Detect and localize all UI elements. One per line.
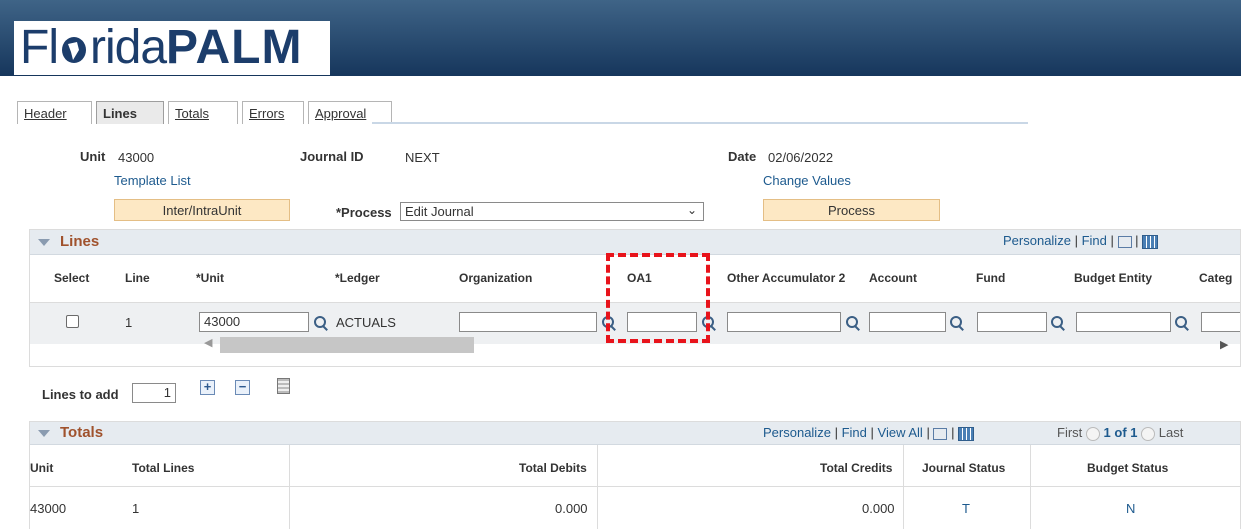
lines-to-add-label: Lines to add [42,387,119,402]
process-button[interactable]: Process [763,199,940,221]
totals-grid-border [29,421,1241,529]
tab-underline [372,122,1028,124]
tab-totals[interactable]: Totals [168,101,238,124]
journal-id-value: NEXT [405,150,440,165]
change-values-link[interactable]: Change Values [763,173,851,188]
journal-id-label: Journal ID [300,149,364,164]
process-select[interactable]: Edit Journal ⌄ [400,202,704,221]
process-select-value: Edit Journal [405,204,474,219]
chevron-down-icon: ⌄ [686,203,697,217]
calculator-icon[interactable] [277,378,290,394]
app-banner: Fl rida PALM [0,0,1241,76]
logo-text-fl: Fl [20,21,59,74]
template-list-link[interactable]: Template List [114,173,191,188]
lines-to-add-input[interactable]: 1 [132,383,176,403]
oa1-highlight-box [606,253,710,343]
tab-approval[interactable]: Approval [308,101,392,124]
logo-text-rida: rida [89,21,167,74]
process-label: *Process [336,205,392,220]
unit-label: Unit [80,149,106,164]
logo-o-icon [61,37,86,63]
inter-intraunit-button[interactable]: Inter/IntraUnit [114,199,290,221]
tab-errors[interactable]: Errors [242,101,304,124]
tab-header[interactable]: Header [17,101,92,124]
date-label: Date [728,149,757,164]
tab-lines[interactable]: Lines [96,101,164,124]
add-line-icon[interactable]: + [200,380,215,395]
logo-text-palm: PALM [166,21,303,74]
unit-value: 43000 [118,150,155,165]
date-value: 02/06/2022 [768,150,834,165]
delete-line-icon[interactable]: − [235,380,250,395]
florida-palm-logo: Fl rida PALM [14,21,330,75]
